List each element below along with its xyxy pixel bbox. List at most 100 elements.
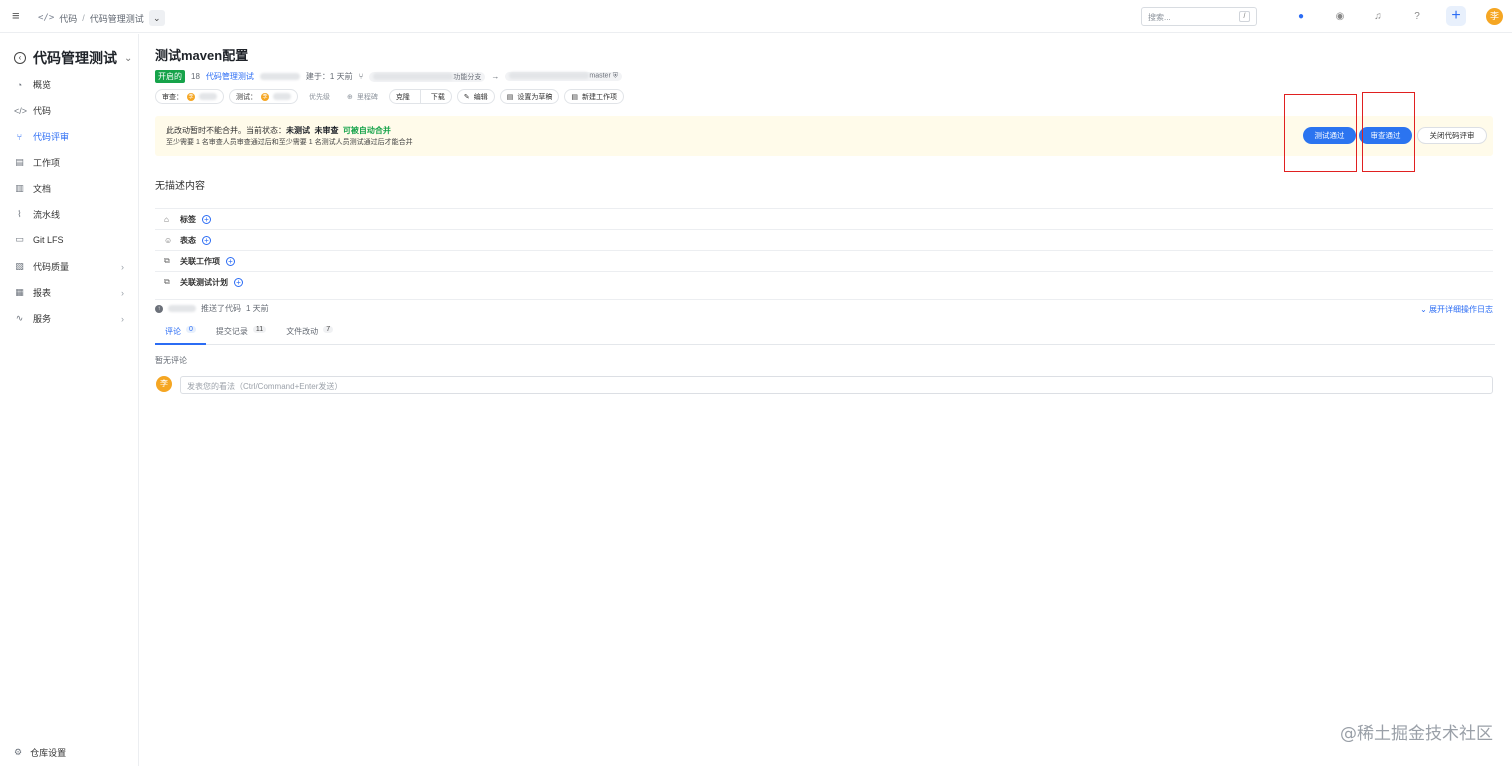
sidebar-item-pipeline[interactable]: ⌇ 流水线 [14,208,124,221]
chevron-down-icon[interactable]: ⌄ [124,53,132,64]
created-time: 建于：1 天前 [305,72,353,81]
author-name[interactable] [259,73,300,80]
tab-file-changes[interactable]: 文件改动 7 [286,321,334,344]
property-linked-test-plans: ⧉ 关联测试计划 + [155,271,1493,292]
arrow-up-icon: ↑ [155,304,163,313]
annotation-box [1362,92,1415,172]
tab-commits[interactable]: 提交记录 11 [216,321,267,344]
sidebar-item-docs[interactable]: ▥ 文档 [14,182,124,195]
help-icon[interactable]: ? [1409,9,1425,25]
pusher-name[interactable] [168,305,196,312]
tab-bar: 评论 0 提交记录 11 文件改动 7 [155,321,1495,345]
smile-icon: ☺ [164,235,173,245]
set-draft-button[interactable]: ▤ 设置为草稿 [499,89,560,104]
add-icon[interactable]: + [234,277,243,287]
tester-selector[interactable]: 测试： 李 [229,89,298,104]
chat-icon[interactable]: ● [1293,9,1309,25]
merge-requirements-text: 至少需要 1 名审查人员审查通过后和至少需要 1 名测试人员测试通过后才能合并 [166,139,413,146]
sidebar-item-services[interactable]: ∿ 服务 › [14,312,124,325]
expand-log-link[interactable]: ⌄ 展开详细操作日志 [1420,304,1493,315]
menu-icon[interactable]: ≡ [12,9,26,23]
breadcrumb-item-project[interactable]: 代码管理测试 [90,12,144,25]
add-icon[interactable]: + [226,256,235,266]
avatar: 李 [261,92,269,101]
sidebar-item-work-items[interactable]: ▤ 工作项 [14,156,124,169]
sidebar-item-label: 流水线 [33,210,61,220]
sidebar-item-code-review[interactable]: ⑂ 代码评审 [14,130,124,143]
reviewer-selector[interactable]: 审查： 李 [155,89,224,104]
target-branch[interactable]: master ⛨ [505,72,622,81]
add-icon[interactable]: + [202,214,211,224]
close-review-button[interactable]: 关闭代码评审 [1417,127,1487,144]
source-branch[interactable]: 功能分支 [369,71,486,82]
status-badge: 开启的 [155,70,185,83]
property-reactions: ☺ 表态 + [155,229,1493,250]
sidebar-item-repo-settings[interactable]: ⚙ 仓库设置 [14,746,66,759]
code-icon: </> [38,13,55,23]
project-link[interactable]: 代码管理测试 [206,71,254,82]
sidebar-item-label: 概览 [33,80,52,90]
tab-comments[interactable]: 评论 0 [155,321,206,345]
notification-icon[interactable]: ♫ [1370,9,1386,25]
clone-button[interactable]: 克隆 [390,92,416,102]
work-item-icon: ▤ [15,157,24,167]
sidebar-item-overview[interactable]: ◔ 概览 [14,78,124,91]
sidebar-item-code[interactable]: </> 代码 [14,104,124,117]
gear-icon: ⚙ [14,747,23,757]
chevron-down-icon[interactable]: ⌄ [148,10,165,26]
annotation-box [1284,94,1357,172]
search-shortcut-key: / [1239,11,1250,22]
sidebar-item-git-lfs[interactable]: ▭ Git LFS [14,234,124,245]
back-icon[interactable]: ‹ [14,52,26,64]
sidebar-item-label: 仓库设置 [30,748,67,758]
watermark: @稀土掘金技术社区 [1340,724,1493,744]
mr-meta: 开启的 18 代码管理测试 建于：1 天前 ⑂ 功能分支 → master ⛨ [155,70,622,83]
add-icon[interactable]: + [202,235,211,245]
bell-assistant-icon[interactable]: ◉ [1332,9,1348,25]
sidebar-item-reports[interactable]: ▦ 报表 › [14,286,124,299]
property-linked-work-items: ⧉ 关联工作项 + [155,250,1493,271]
report-icon: ▦ [15,287,24,297]
new-work-item-button[interactable]: ▤ 新建工作项 [564,89,624,104]
branch-icon: ⑂ [358,72,364,81]
mr-actions: 审查： 李 测试： 李 优先级 ⊕ 里程碑 克隆 下载 ✎ 编辑 ▤ 设置为草稿 [155,89,624,104]
sidebar-item-label: Git LFS [33,234,64,245]
link-icon: ⧉ [164,277,170,286]
pipeline-icon: ⌇ [17,209,22,219]
dashboard-icon: ◔ [16,79,23,90]
search-input[interactable]: 搜索... / [1141,7,1257,26]
empty-comments-text: 暂无评论 [155,356,187,365]
breadcrumb-item-code[interactable]: 代码 [59,12,77,25]
sidebar-item-label: 代码 [33,106,52,116]
work-item-icon: ▤ [571,93,578,101]
breadcrumb: </> 代码 / 代码管理测试 ⌄ [38,10,165,26]
sidebar: ‹ 代码管理测试 ⌄ ◔ 概览 </> 代码 ⑂ 代码评审 ▤ 工作项 ▥ 文档… [0,34,139,766]
sidebar-item-label: 文档 [33,184,52,194]
property-tags: ⌂ 标签 + [155,208,1493,229]
edit-icon: ✎ [463,93,470,101]
comment-input[interactable]: 发表您的看法（Ctrl/Command+Enter发送） [180,376,1493,394]
milestone-selector[interactable]: ⊕ 里程碑 [341,89,384,104]
sidebar-item-label: 工作项 [33,158,61,168]
create-button[interactable]: + [1446,6,1466,26]
project-title[interactable]: 代码管理测试 [33,48,117,68]
sidebar-item-label: 代码评审 [33,132,70,142]
draft-icon: ▤ [506,93,514,101]
service-icon: ∿ [15,313,24,323]
user-avatar[interactable]: 李 [1486,8,1503,25]
priority-selector[interactable]: 优先级 [303,89,336,104]
download-button[interactable]: 下载 [425,92,451,102]
edit-button[interactable]: ✎ 编辑 [456,89,495,104]
top-bar: ≡ </> 代码 / 代码管理测试 ⌄ 搜索... / ● ◉ ♫ ? + 李 [0,0,1512,33]
sidebar-header: ‹ 代码管理测试 ⌄ [14,48,132,68]
sidebar-item-label: 代码质量 [33,262,70,272]
document-icon: ▥ [15,183,24,193]
chevron-right-icon: › [121,313,124,324]
search-placeholder: 搜索... [1148,13,1171,22]
sidebar-item-code-quality[interactable]: ▧ 代码质量 › [14,260,124,273]
milestone-icon: ⊕ [347,93,353,101]
chevron-right-icon: › [121,261,124,272]
sidebar-item-label: 报表 [33,288,52,298]
merge-status-text: 此改动暂时不能合并。当前状态：未测试 未审查 可被自动合并 [166,126,391,135]
sidebar-item-label: 服务 [33,314,52,324]
